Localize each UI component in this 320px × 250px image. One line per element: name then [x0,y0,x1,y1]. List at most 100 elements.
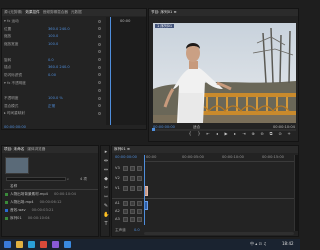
effect-property-label: ▸ 时间重映射 [4,111,25,116]
project-file-duration: 00:00:10:04 [53,192,76,196]
reset-parameter-icon[interactable] [98,50,101,54]
transport-button[interactable]: ⊙ [278,132,282,136]
reset-parameter-icon[interactable] [98,34,101,38]
transport-button[interactable]: ▶ [224,132,228,136]
transport-button[interactable]: ▸ [233,132,237,136]
project-file-item[interactable]: 人物出场背景素材.mp4 00:00:10:04 [5,192,76,197]
tool-button[interactable]: ⇹ [103,158,109,164]
tab-media-browser[interactable]: 媒体浏览器 [27,146,45,153]
tab-metadata[interactable]: 元数据 [71,9,82,16]
effect-property-value[interactable]: 100.0 [48,34,58,38]
track-lock-icon[interactable] [123,208,128,214]
track-label[interactable]: A3 [115,217,120,221]
track-visibility-icon[interactable] [137,216,142,222]
tool-button[interactable]: T [103,221,109,227]
track-label[interactable]: V1 [115,186,120,190]
project-file-item[interactable]: 序列01 00:00:10:04 [5,216,50,221]
project-search-input[interactable] [6,177,66,181]
master-track-value[interactable]: 0.0 [134,228,140,232]
tab-sequence[interactable]: 序列01 ≡ [114,146,130,153]
effect-controls-keyframe-area [106,17,146,125]
track-visibility-icon[interactable] [137,208,142,214]
system-tray[interactable]: 中 ▴ ⊡ ♫ [250,241,267,247]
track-lock-icon[interactable] [123,185,128,191]
track-sync-icon[interactable] [130,208,135,214]
track-visibility-icon[interactable] [137,175,142,181]
effect-property-value[interactable]: 0.00 [48,73,56,77]
reset-parameter-icon[interactable] [98,73,101,77]
effect-property-value[interactable]: 100.0 [48,42,58,46]
effect-property-value[interactable]: 360.0 240.0 [48,27,70,31]
reset-parameter-icon[interactable] [98,42,101,46]
program-monitor-tabbar: 节目: 序列01 ≡ [149,9,298,16]
tab-project[interactable]: 项目: 未命名 [4,146,24,153]
program-clip-label: 1 序列01 [155,24,175,28]
track-visibility-icon[interactable] [137,185,142,191]
effect-property-label: ▾ fx 不透明度 [4,80,26,85]
track-visibility-icon[interactable] [137,200,142,206]
effect-property-value[interactable]: 100.0 % [48,96,63,100]
transport-button[interactable]: } [197,132,201,136]
effect-property-value[interactable]: 360.0 240.0 [48,65,70,69]
effect-controls-playhead[interactable] [110,17,111,125]
transport-button[interactable]: ⊕ [251,132,255,136]
effect-property-label: 缩放宽度 [4,42,19,47]
reset-parameter-icon[interactable] [98,58,101,61]
track-lock-icon[interactable] [123,216,128,222]
transport-button[interactable]: ⧉ [269,132,273,136]
reset-parameter-icon[interactable] [98,65,101,69]
track-label[interactable]: V2 [115,176,120,180]
track-label[interactable]: A1 [115,201,120,205]
tool-button[interactable]: ◆ [103,176,109,182]
timeline-playhead[interactable] [144,155,145,225]
media-icon[interactable] [40,241,47,248]
track-sync-icon[interactable] [130,175,135,181]
tool-button[interactable]: ✂ [103,185,109,191]
project-file-item[interactable]: 人物出场.mp4 00:00:06:12 [5,200,62,205]
track-lock-icon[interactable] [123,165,128,171]
track-sync-icon[interactable] [130,165,135,171]
timeline-scrollbar[interactable] [144,232,294,235]
reset-parameter-icon[interactable] [98,19,101,23]
track-lock-icon[interactable] [123,200,128,206]
tab-audio-mixer[interactable]: 音频剪辑混合器 [43,9,68,16]
tool-button[interactable]: ⇔ [103,167,109,173]
transport-button[interactable]: ◂ [215,132,219,136]
track-sync-icon[interactable] [130,200,135,206]
effect-property-label: 防闪烁滤镜 [4,72,22,77]
tab-program[interactable]: 节目: 序列01 ≡ [151,9,176,16]
tab-source[interactable]: 源:(无剪辑) [4,9,22,16]
app-icon-blue[interactable] [64,241,71,248]
reset-parameter-icon[interactable] [98,88,101,92]
tab-effect-controls[interactable]: 效果控件 [25,9,39,16]
project-file-item[interactable]: 音效.wav 00:00:03:21 [5,208,54,213]
track-label[interactable]: V3 [115,166,120,170]
transport-button[interactable]: { [188,132,192,136]
tool-button[interactable]: ▸ [103,149,109,155]
premiere-icon[interactable] [52,241,59,248]
transport-button[interactable]: ⊖ [260,132,264,136]
effect-property-value[interactable]: 0.0 [48,58,54,62]
tool-button[interactable]: ⇿ [103,194,109,200]
track-visibility-icon[interactable] [137,165,142,171]
effect-property-value[interactable]: 正常 [48,104,55,108]
reset-parameter-icon[interactable] [98,96,101,100]
transport-button[interactable]: + [287,132,291,136]
track-lock-icon[interactable] [123,175,128,181]
file-explorer-icon[interactable] [16,241,23,248]
reset-parameter-icon[interactable] [98,27,101,31]
program-playhead[interactable] [152,128,155,131]
reset-parameter-icon[interactable] [98,104,101,108]
tool-button[interactable]: ✎ [103,203,109,209]
reset-parameter-icon[interactable] [98,81,101,85]
track-label[interactable]: A2 [115,209,120,213]
reset-parameter-icon[interactable] [98,111,101,115]
transport-button[interactable]: ⇤ [206,132,210,136]
transport-button[interactable]: ⇥ [242,132,246,136]
tool-button[interactable]: ✋ [103,212,109,218]
project-file-name: 音效.wav [10,208,26,212]
browser-icon[interactable] [28,241,35,248]
windows-start-icon[interactable] [4,241,11,248]
track-sync-icon[interactable] [130,185,135,191]
track-sync-icon[interactable] [130,216,135,222]
